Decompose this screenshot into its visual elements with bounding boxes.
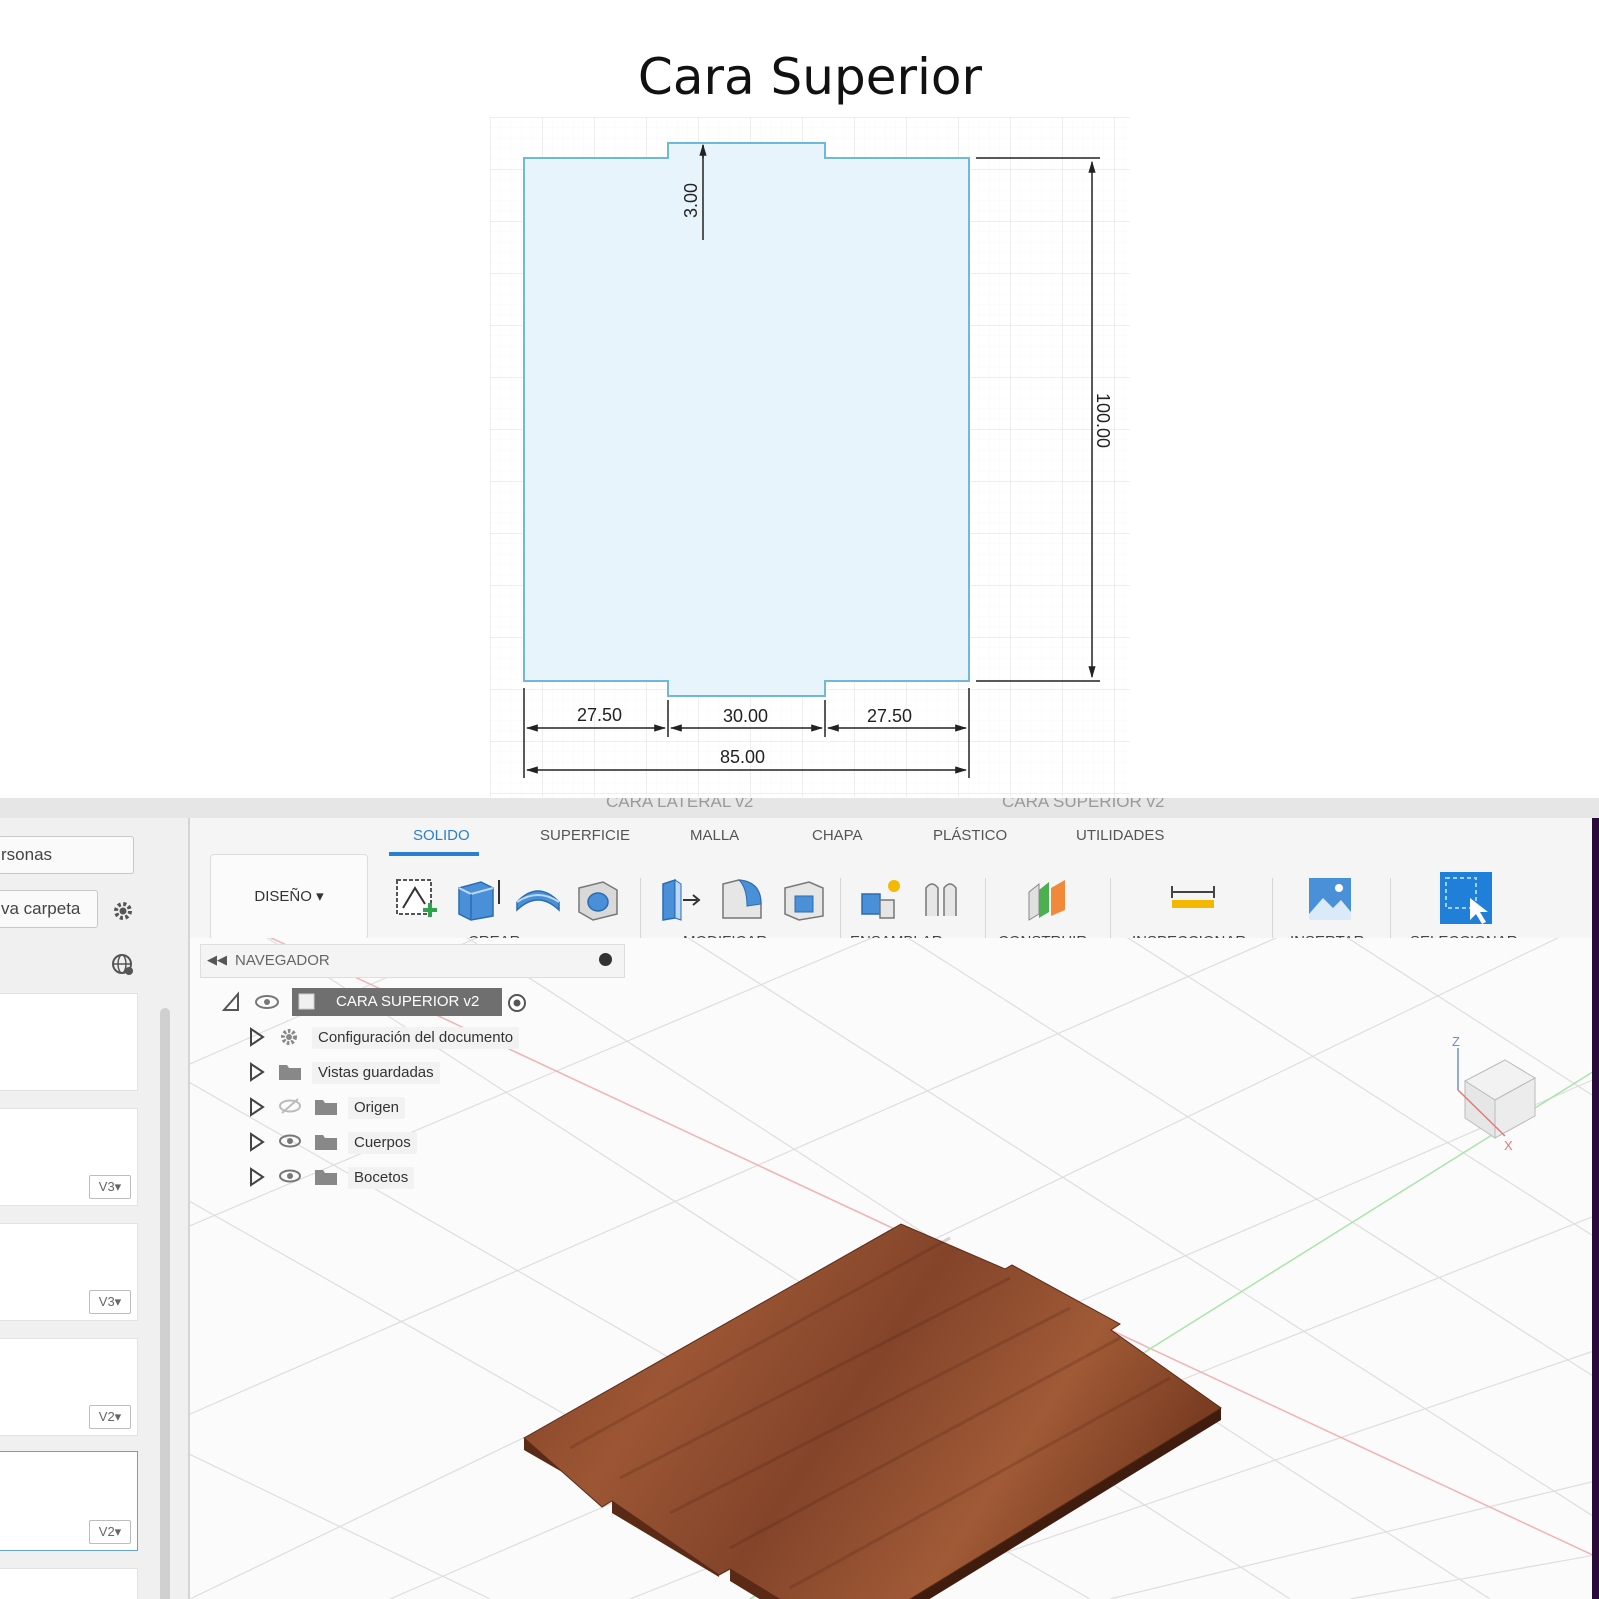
- dim-middle-label: 30.00: [723, 706, 768, 726]
- activate-radio-icon[interactable]: [506, 992, 528, 1014]
- browser-header[interactable]: ◀◀ NAVEGADOR: [200, 944, 625, 978]
- title-bar: CARA LATERAL v2 CARA SUPERIOR v2: [0, 798, 1599, 818]
- toolbar: SOLIDO SUPERFICIE MALLA CHAPA PLÁSTICO U…: [190, 818, 1599, 950]
- browser-item-label: Bocetos: [348, 1167, 415, 1189]
- browser-item-bodies[interactable]: Cuerpos: [248, 1126, 548, 1156]
- expand-arrow-icon[interactable]: [248, 1062, 266, 1082]
- browser-item-label: Cuerpos: [348, 1132, 417, 1154]
- expand-arrow-icon[interactable]: [248, 1132, 266, 1152]
- eye-icon[interactable]: [278, 1167, 302, 1185]
- expand-arrow-icon[interactable]: [248, 1167, 266, 1187]
- press-pull-icon[interactable]: [655, 874, 705, 924]
- browser-item-label: Vistas guardadas: [312, 1062, 440, 1084]
- select-icon[interactable]: [1438, 870, 1494, 926]
- browser-item-label: Configuración del documento: [312, 1027, 520, 1049]
- axis-x-label: X: [1504, 1138, 1513, 1153]
- tab-plastico[interactable]: PLÁSTICO: [933, 827, 1007, 844]
- measure-icon[interactable]: [1168, 874, 1218, 924]
- folder-icon: [315, 1135, 337, 1150]
- tab-malla[interactable]: MALLA: [690, 827, 739, 844]
- gear-icon: [281, 1029, 297, 1045]
- version-dropdown[interactable]: V3▾: [89, 1290, 131, 1314]
- file-card[interactable]: [0, 993, 138, 1091]
- window-edge: [1592, 818, 1599, 1599]
- version-dropdown[interactable]: V3▾: [89, 1175, 131, 1199]
- browser-item-label: Origen: [348, 1097, 406, 1119]
- gear-icon[interactable]: [110, 898, 136, 924]
- dim-left-label: 27.50: [577, 705, 622, 725]
- file-card[interactable]: V3▾: [0, 1108, 138, 1206]
- doc-tab-cara-lateral[interactable]: CARA LATERAL v2: [606, 798, 753, 812]
- file-card-selected[interactable]: V2▾: [0, 1451, 138, 1551]
- globe-icon[interactable]: [110, 952, 136, 978]
- dim-notch-label: 3.00: [681, 183, 701, 218]
- dim-total-label: 85.00: [720, 747, 765, 767]
- data-panel: rsonas va carpeta V3▾ V3▾ V2▾ V2▾: [0, 818, 190, 1599]
- tab-chapa[interactable]: CHAPA: [812, 827, 863, 844]
- hole-icon[interactable]: [573, 874, 623, 924]
- file-card[interactable]: V2▾: [0, 1338, 138, 1436]
- browser-title: NAVEGADOR: [235, 952, 330, 969]
- active-tab-indicator: [389, 852, 479, 856]
- component-icon: [298, 993, 315, 1010]
- version-dropdown[interactable]: V2▾: [89, 1520, 131, 1544]
- eye-icon[interactable]: [278, 1132, 302, 1150]
- insert-image-icon[interactable]: [1305, 874, 1355, 924]
- dim-right-label: 27.50: [867, 706, 912, 726]
- folder-icon: [279, 1065, 301, 1080]
- doc-tab-cara-superior[interactable]: CARA SUPERIOR v2: [1002, 798, 1165, 812]
- folder-icon: [315, 1170, 337, 1185]
- joint-icon[interactable]: [918, 874, 968, 924]
- browser-item-saved-views[interactable]: Vistas guardadas: [248, 1056, 548, 1086]
- shell-icon[interactable]: [779, 874, 829, 924]
- browser-item-sketches[interactable]: Bocetos: [248, 1161, 548, 1191]
- new-folder-button[interactable]: va carpeta: [0, 890, 98, 928]
- dim-height-label: 100.00: [1093, 393, 1113, 448]
- file-card[interactable]: [0, 1568, 138, 1599]
- fillet-icon[interactable]: [717, 874, 767, 924]
- cad-app-window: CARA LATERAL v2 CARA SUPERIOR v2 rsonas …: [0, 798, 1599, 1599]
- create-sketch-icon[interactable]: [393, 874, 443, 924]
- browser-item-origin[interactable]: Origen: [248, 1091, 548, 1121]
- eye-hidden-icon[interactable]: [278, 1097, 302, 1115]
- folder-icon: [315, 1100, 337, 1115]
- extrude-icon[interactable]: [453, 874, 503, 924]
- expand-arrow-icon[interactable]: [248, 1097, 266, 1117]
- people-search-field[interactable]: rsonas: [0, 836, 134, 874]
- expand-triangle-icon[interactable]: [221, 988, 240, 1016]
- collapse-icon[interactable]: ◀◀: [207, 952, 227, 968]
- sketch-drawing: 3.00 100.00 27.50 30.00 27.50 85.00: [490, 117, 1130, 797]
- expand-arrow-icon[interactable]: [248, 1027, 266, 1047]
- sketch-profile: [523, 142, 970, 697]
- eye-icon[interactable]: [254, 992, 280, 1012]
- pin-icon[interactable]: [599, 953, 612, 966]
- sidebar-scrollbar[interactable]: [160, 1008, 170, 1599]
- new-component-icon[interactable]: [858, 874, 908, 924]
- workspace-dropdown[interactable]: DISEÑO ▾: [210, 854, 368, 940]
- tab-superficie[interactable]: SUPERFICIE: [540, 827, 630, 844]
- revolve-icon[interactable]: [513, 874, 563, 924]
- offset-plane-icon[interactable]: [1023, 874, 1073, 924]
- version-dropdown[interactable]: V2▾: [89, 1405, 131, 1429]
- tab-solido[interactable]: SOLIDO: [413, 827, 470, 844]
- tab-utilidades[interactable]: UTILIDADES: [1076, 827, 1164, 844]
- axis-z-label: Z: [1452, 1034, 1460, 1049]
- file-card[interactable]: V3▾: [0, 1223, 138, 1321]
- browser-root-component[interactable]: CARA SUPERIOR v2: [292, 988, 502, 1016]
- browser-item-document-settings[interactable]: Configuración del documento: [248, 1021, 548, 1051]
